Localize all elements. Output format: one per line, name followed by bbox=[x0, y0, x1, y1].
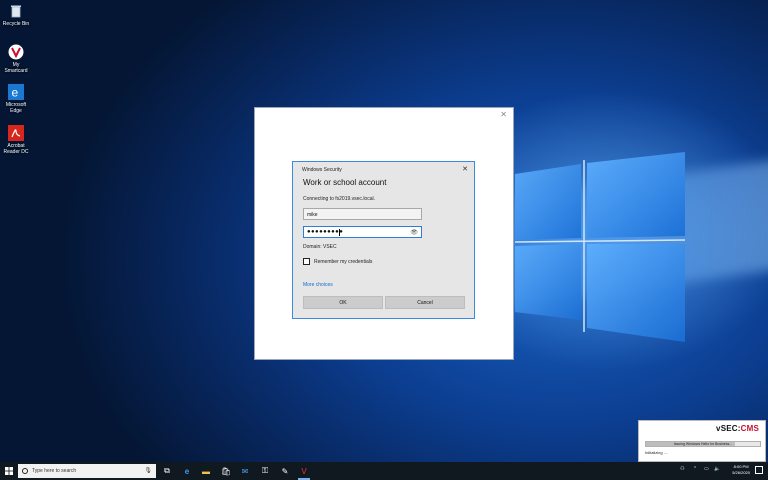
key-icon[interactable]: ⚿ bbox=[260, 466, 270, 476]
connecting-text: Connecting to fs2019.vsec.local. bbox=[303, 196, 375, 202]
edge-icon: e bbox=[8, 84, 24, 100]
volume-icon[interactable]: 🔈 bbox=[714, 466, 720, 472]
desktop-icon-label: Acrobat Reader DC bbox=[3, 143, 29, 155]
text-caret bbox=[339, 229, 340, 236]
remember-credentials-label: Remember my credentials bbox=[314, 258, 373, 265]
svg-text:e: e bbox=[12, 86, 19, 100]
windows-security-dialog: Windows Security ✕ Work or school accoun… bbox=[292, 161, 475, 319]
close-icon[interactable]: ✕ bbox=[500, 111, 507, 119]
remember-credentials-row[interactable]: Remember my credentials bbox=[303, 258, 372, 265]
smartcard-icon bbox=[8, 44, 24, 60]
microphone-icon[interactable]: 🎙 bbox=[144, 467, 152, 474]
store-icon[interactable]: 🛍 bbox=[221, 466, 231, 476]
network-icon[interactable]: ▭ bbox=[704, 466, 709, 472]
dialog-heading: Work or school account bbox=[303, 178, 387, 187]
search-placeholder: Type here to search bbox=[32, 468, 77, 474]
windows-start-icon[interactable] bbox=[5, 467, 13, 475]
cancel-button[interactable]: Cancel bbox=[385, 296, 465, 309]
password-dots: ●●●●●●●●● bbox=[307, 229, 344, 235]
file-explorer-icon[interactable]: ▬ bbox=[201, 466, 211, 476]
desktop-icon-label: My Smartcard bbox=[4, 62, 28, 74]
clock-date: 5/26/2020 bbox=[732, 470, 750, 475]
taskbar-search-box[interactable]: Type here to search 🎙 bbox=[18, 464, 156, 478]
progress-bar: Issuing Windows Hello for Business... bbox=[645, 441, 761, 447]
task-view-icon[interactable]: ⧉ bbox=[162, 466, 172, 476]
username-value: mike bbox=[307, 212, 318, 218]
edge-icon[interactable]: e bbox=[182, 466, 192, 476]
acrobat-icon bbox=[8, 125, 24, 141]
progress-text: Issuing Windows Hello for Business... bbox=[673, 442, 733, 446]
recycle-bin-icon bbox=[8, 3, 24, 19]
desktop-icon-label: Recycle Bin bbox=[2, 21, 30, 27]
reveal-password-icon[interactable]: 👁 bbox=[410, 229, 418, 236]
notification-center-icon[interactable] bbox=[755, 466, 763, 474]
dialog-title: Windows Security bbox=[302, 167, 342, 173]
desktop-icon-recycle-bin[interactable]: Recycle Bin bbox=[2, 3, 30, 27]
desktop-icon-my-smartcard[interactable]: My Smartcard bbox=[2, 44, 30, 74]
vsec-cms-logo: vSEC:CMS bbox=[716, 424, 759, 433]
ok-button[interactable]: OK bbox=[303, 296, 383, 309]
chevron-up-icon[interactable]: ⌃ bbox=[693, 466, 697, 472]
desktop-icon-microsoft-edge[interactable]: e Microsoft Edge bbox=[2, 84, 30, 114]
vsec-cms-notification: vSEC:CMS Issuing Windows Hello for Busin… bbox=[638, 420, 766, 462]
status-text: Initializing .... bbox=[645, 450, 669, 455]
people-icon[interactable]: ⚇ bbox=[680, 466, 684, 472]
remember-credentials-checkbox[interactable] bbox=[303, 258, 310, 265]
close-icon[interactable]: ✕ bbox=[462, 165, 468, 173]
desktop-icon-acrobat-reader[interactable]: Acrobat Reader DC bbox=[2, 125, 30, 155]
windows-logo-wallpaper bbox=[515, 152, 685, 342]
desktop-icon-label: Microsoft Edge bbox=[5, 102, 27, 114]
search-icon bbox=[22, 468, 28, 474]
more-choices-link[interactable]: More choices bbox=[303, 282, 333, 288]
domain-text: Domain: VSEC bbox=[303, 244, 337, 250]
vsec-app-icon[interactable]: V bbox=[299, 466, 309, 476]
smartcard-tool-icon[interactable]: ✎ bbox=[280, 466, 290, 476]
mail-icon[interactable]: ✉ bbox=[240, 466, 250, 476]
username-field[interactable]: mike bbox=[303, 208, 422, 220]
password-field[interactable]: ●●●●●●●●● 👁 bbox=[303, 226, 422, 238]
taskbar: Type here to search 🎙 ⧉ e ▬ 🛍 ✉ ⚿ ✎ V ⚇ … bbox=[0, 462, 768, 480]
taskbar-clock[interactable]: 8:00 PM 5/26/2020 bbox=[732, 464, 750, 476]
